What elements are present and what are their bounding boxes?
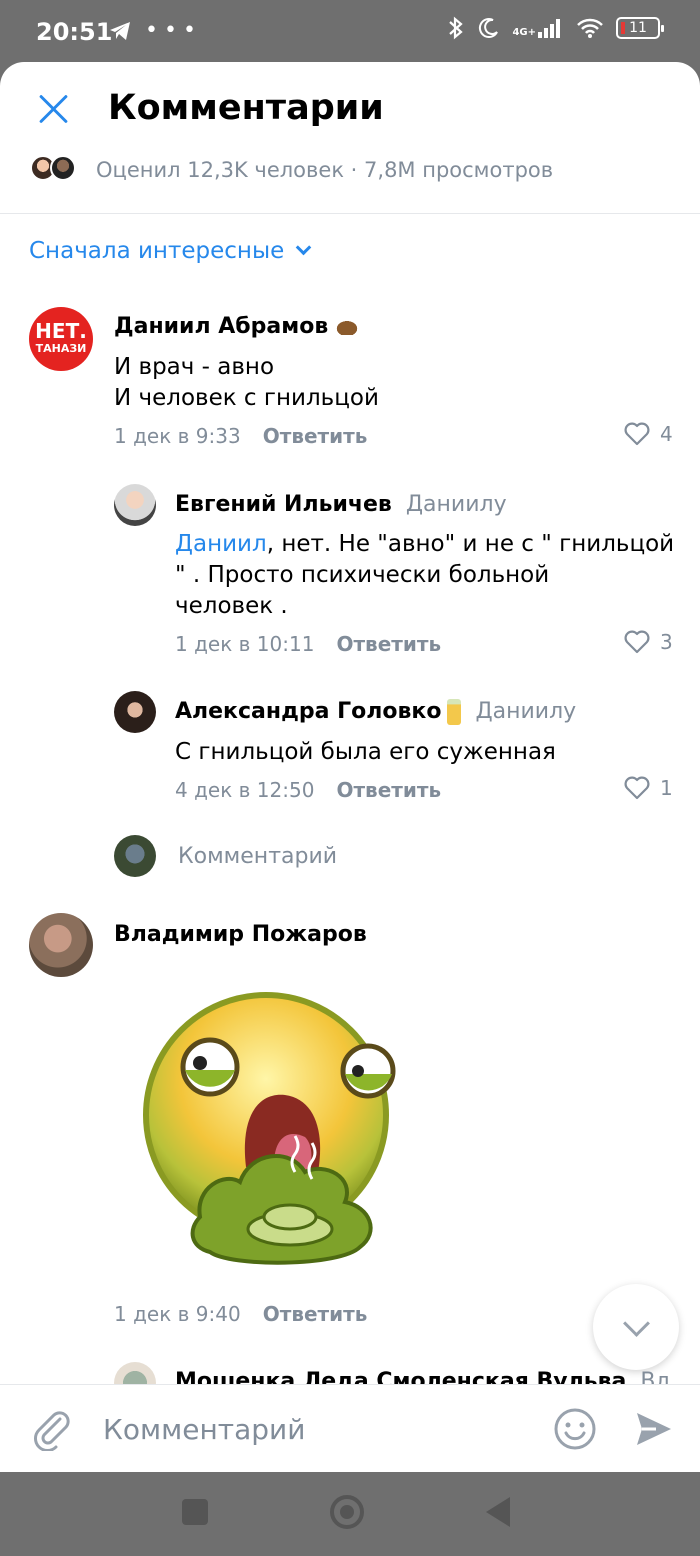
current-user-avatar [114, 835, 156, 877]
reply-to-label[interactable]: Даниилу [406, 492, 507, 517]
like-button[interactable]: 1 [624, 776, 673, 800]
comment-text: С гнильцой была его суженная [175, 737, 556, 768]
chevron-down-icon [295, 239, 312, 256]
avatar[interactable] [29, 913, 93, 977]
reply-button[interactable]: Ответить [263, 424, 368, 448]
heart-icon [624, 776, 650, 800]
avatar[interactable]: НЕТ. ТАНАЗИ [29, 307, 93, 371]
comment-input[interactable]: Комментарий [103, 1413, 305, 1446]
heart-icon [624, 422, 650, 446]
comment-author[interactable]: Александра Головко Даниилу [175, 699, 576, 725]
author-name: Даниил Абрамов [114, 314, 329, 339]
like-count: 1 [660, 776, 673, 800]
home-icon[interactable] [330, 1495, 364, 1529]
like-count: 3 [660, 630, 673, 654]
comment-text-line: " . Просто психически больной [175, 562, 550, 588]
cellular-signal-icon: 4G+ [512, 18, 564, 38]
comment-text: Даниил, нет. Не "авно" и не с " гнильцой… [175, 529, 675, 622]
telegram-icon [110, 22, 130, 40]
status-time: 20:51 [36, 18, 113, 46]
hedgehog-emoji-icon [334, 319, 361, 335]
reply-button[interactable]: Ответить [336, 632, 441, 656]
more-dots-icon: ••• [145, 18, 202, 43]
battery-level: 11 [629, 20, 647, 36]
author-name: Александра Головко [175, 699, 442, 724]
scroll-down-button[interactable] [593, 1284, 679, 1370]
comment-text-line: С гнильцой была его суженная [175, 739, 556, 765]
likes-views-info[interactable]: Оценил 12,3K человек · 7,8M просмотров [96, 158, 553, 182]
comment-text-fragment: , нет. Не "авно" и не с " гнильцой [266, 531, 675, 557]
comment-text: И врач - авно И человек с гнильцой [114, 352, 379, 414]
sort-label: Сначала интересные [29, 238, 285, 264]
comment-text-line: И врач - авно [114, 354, 275, 380]
liker-avatar [50, 155, 76, 181]
likers-avatars[interactable] [30, 155, 76, 181]
comment-author[interactable]: Евгений Ильичев Даниилу [175, 492, 507, 517]
avatar-logo-text: ТАНАЗИ [35, 342, 87, 355]
comment-date[interactable]: 1 дек в 9:33 [114, 424, 241, 448]
reply-comment-input[interactable]: Комментарий [178, 844, 337, 869]
comment-author[interactable]: Владимир Пожаров [114, 922, 367, 947]
like-count: 4 [660, 422, 673, 446]
comments-header: Комментарии Оценил 12,3K человек · 7,8M … [0, 62, 700, 214]
status-system-icons: 4G+ 11 [446, 16, 664, 40]
sort-dropdown[interactable]: Сначала интересные [29, 238, 312, 264]
author-name: Владимир Пожаров [114, 922, 367, 947]
close-icon[interactable] [34, 88, 74, 128]
status-notification-icons: ••• [108, 18, 202, 43]
system-navigation-bar [0, 1472, 700, 1556]
comment-meta: 1 дек в 10:11 Ответить [175, 632, 441, 656]
reply-button[interactable]: Ответить [263, 1302, 368, 1326]
recent-apps-icon[interactable] [182, 1499, 208, 1525]
back-icon[interactable] [486, 1497, 510, 1527]
comment-date[interactable]: 4 дек в 12:50 [175, 778, 314, 802]
comment-meta: 1 дек в 9:40 Ответить [114, 1302, 367, 1326]
bluetooth-icon [449, 16, 464, 40]
comment-composer: Комментарий [0, 1384, 700, 1472]
like-button[interactable]: 4 [624, 422, 673, 446]
status-bar: 20:51 ••• 4G+ 11 [0, 0, 700, 62]
battery-icon: 11 [616, 17, 664, 39]
avatar[interactable] [114, 484, 156, 526]
comments-sheet: Комментарии Оценил 12,3K человек · 7,8M … [0, 62, 700, 1472]
avatar-logo-text: НЕТ. [35, 319, 87, 343]
page-title: Комментарии [108, 88, 384, 128]
comment-date[interactable]: 1 дек в 10:11 [175, 632, 314, 656]
reply-to-label[interactable]: Даниилу [475, 699, 576, 724]
attachment-paperclip-icon[interactable] [30, 1407, 74, 1451]
network-type-label: 4G+ [512, 27, 536, 38]
comment-text-line: И человек с гнильцой [114, 385, 379, 411]
send-icon[interactable] [634, 1409, 674, 1449]
author-name: Евгений Ильичев [175, 492, 392, 517]
vomiting-emoji-sticker[interactable] [140, 967, 402, 1277]
comment-author[interactable]: Даниил Абрамов [114, 314, 361, 339]
comment-date[interactable]: 1 дек в 9:40 [114, 1302, 241, 1326]
comment-text-line: Даниил, нет. Не "авно" и не с " гнильцой [175, 529, 675, 560]
comment-text-line: человек . [175, 593, 288, 619]
reply-button[interactable]: Ответить [336, 778, 441, 802]
comment-meta: 4 дек в 12:50 Ответить [175, 778, 441, 802]
avatar[interactable] [114, 691, 156, 733]
comment-meta: 1 дек в 9:33 Ответить [114, 424, 367, 448]
wifi-icon [577, 18, 603, 38]
bottle-emoji-icon [447, 699, 462, 725]
do-not-disturb-moon-icon [479, 18, 499, 39]
heart-icon [624, 630, 650, 654]
like-button[interactable]: 3 [624, 630, 673, 654]
mention-link[interactable]: Даниил [175, 531, 267, 557]
emoji-smile-icon[interactable] [553, 1407, 597, 1451]
